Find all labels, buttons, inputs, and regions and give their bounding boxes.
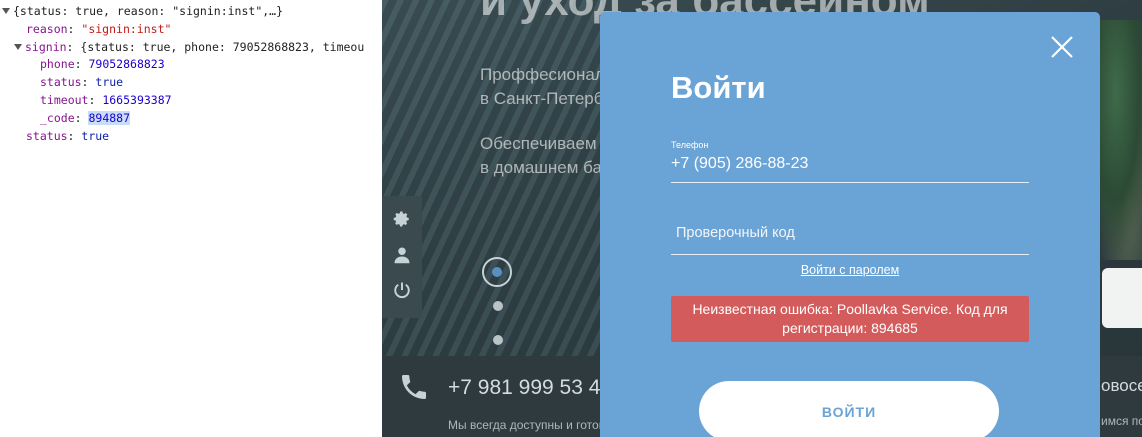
error-message: Неизвестная ошибка: Poollavka Service. К… [671,296,1029,342]
hero-line: Проффесионал [480,65,605,84]
console-status-row: status: true [40,75,124,89]
side-tool-panel [382,196,422,318]
console-timeout-row: timeout: 1665393387 [40,93,172,107]
login-with-password-link[interactable]: Войти с паролем [671,263,1029,277]
verification-code-input[interactable] [671,218,1039,248]
side-widget-button[interactable] [1102,268,1142,328]
devtools-console: {status: true, reason: "signin:inst",…} … [0,0,382,437]
power-icon[interactable] [392,281,412,301]
login-modal: Войти Телефон +7 (905) 286-88-23 Войти с… [600,12,1100,437]
website-background: и уход за бассейном Проффесионал в Санкт… [382,0,1142,437]
gear-icon[interactable] [392,210,412,230]
selected-code-value[interactable]: 894887 [88,111,131,125]
console-signin-row[interactable]: signin: {status: true, phone: 7905286882… [14,39,364,57]
console-reason-row: reason: "signin:inst" [26,22,172,36]
console-root-object[interactable]: {status: true, reason: "signin:inst",…} [2,3,283,21]
phone-field[interactable]: +7 (905) 286-88-23 [671,155,808,173]
hero-line: Обеспечиваем [480,134,597,153]
slider-dot[interactable] [493,301,503,311]
modal-title: Войти [671,70,766,105]
close-icon[interactable] [1049,34,1075,60]
phone-icon [402,375,426,399]
slider-dot-active-center [492,267,502,277]
code-field-underline [671,254,1029,255]
footer-right-title: овосе [1101,376,1142,395]
hero-line: в домашнем ба [480,158,602,177]
login-button[interactable]: ВОЙТИ [699,381,999,437]
phone-field-underline [671,182,1029,183]
footer-note: Мы всегда доступны и готовы [448,418,614,432]
slider-dot[interactable] [493,335,503,345]
hero-line: в Санкт-Петерб [480,89,604,108]
phone-label: Телефон [671,140,709,150]
console-code-row: _code: 894887 [40,111,131,125]
console-phone-row: phone: 79052868823 [40,57,165,71]
user-icon[interactable] [392,246,412,266]
console-root-status-row: status: true [26,129,110,143]
expand-triangle-icon[interactable] [14,44,22,50]
expand-triangle-icon[interactable] [2,8,10,14]
footer-phone[interactable]: +7 981 999 53 40 [448,376,612,400]
footer-right-note: имся по а [1101,414,1142,428]
